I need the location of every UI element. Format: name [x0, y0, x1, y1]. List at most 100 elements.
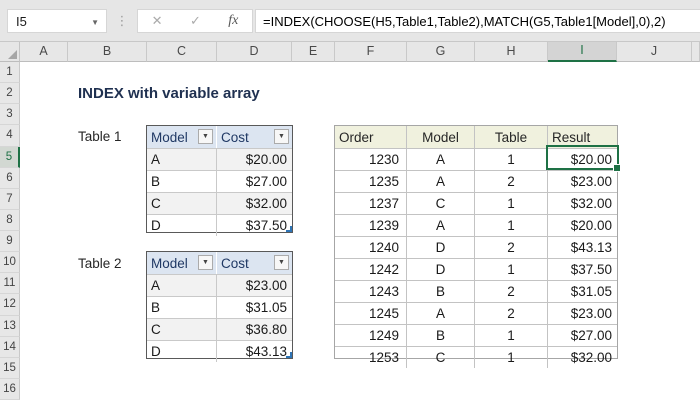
cell-h14[interactable]: 1 — [475, 347, 548, 368]
cell-c14[interactable]: D — [147, 341, 217, 362]
cell-f14[interactable]: 1253 — [335, 347, 407, 368]
cell-f9[interactable]: 1240 — [335, 237, 407, 258]
row-header-10[interactable]: 10 — [0, 252, 20, 273]
cell-i6[interactable]: $23.00 — [548, 171, 617, 192]
cell-f12[interactable]: 1245 — [335, 303, 407, 324]
name-box[interactable]: I5 ▼ — [7, 9, 107, 33]
row-header-1[interactable]: 1 — [0, 62, 20, 83]
row-header-3[interactable]: 3 — [0, 104, 20, 125]
fill-handle[interactable] — [613, 164, 621, 172]
cell-d14[interactable]: $43.13 — [217, 341, 292, 362]
cell-i5-active[interactable]: $20.00 — [548, 149, 617, 170]
column-header-i-selected[interactable]: I — [548, 42, 617, 62]
column-header-partial[interactable] — [692, 42, 700, 62]
cell-c11[interactable]: A — [147, 275, 217, 296]
name-box-dropdown-icon[interactable]: ▼ — [91, 18, 99, 27]
cell-h11[interactable]: 2 — [475, 281, 548, 302]
filter-dropdown-icon[interactable]: ▼ — [198, 255, 213, 270]
worksheet-title[interactable]: INDEX with variable array — [78, 85, 260, 102]
cell-i9[interactable]: $43.13 — [548, 237, 617, 258]
enter-icon[interactable]: ✓ — [190, 13, 201, 29]
row-header-5-selected[interactable]: 5 — [0, 147, 20, 168]
cell-g7[interactable]: C — [407, 193, 475, 214]
column-header-a[interactable]: A — [20, 42, 68, 62]
cell-g5[interactable]: A — [407, 149, 475, 170]
cell-c6[interactable]: B — [147, 171, 217, 192]
row-header-2[interactable]: 2 — [0, 83, 20, 104]
row-header-6[interactable]: 6 — [0, 168, 20, 189]
column-header-b[interactable]: B — [68, 42, 147, 62]
cell-g12[interactable]: A — [407, 303, 475, 324]
table1-label[interactable]: Table 1 — [78, 129, 122, 144]
cell-h9[interactable]: 2 — [475, 237, 548, 258]
cell-f7[interactable]: 1237 — [335, 193, 407, 214]
cell-f5[interactable]: 1230 — [335, 149, 407, 170]
cell-h6[interactable]: 2 — [475, 171, 548, 192]
cell-i8[interactable]: $20.00 — [548, 215, 617, 236]
row-header-7[interactable]: 7 — [0, 189, 20, 210]
cell-h8[interactable]: 1 — [475, 215, 548, 236]
cell-f11[interactable]: 1243 — [335, 281, 407, 302]
cell-i11[interactable]: $31.05 — [548, 281, 617, 302]
orders-header-result[interactable]: Result — [548, 126, 617, 148]
cell-f13[interactable]: 1249 — [335, 325, 407, 346]
cell-c5[interactable]: A — [147, 149, 217, 170]
cell-d7[interactable]: $32.00 — [217, 193, 292, 214]
table2-resize-handle[interactable] — [286, 352, 292, 358]
cell-g10[interactable]: D — [407, 259, 475, 280]
more-options-icon[interactable]: ⋮ — [116, 9, 128, 33]
table1-header-model[interactable]: Model ▼ — [147, 126, 217, 148]
cell-g11[interactable]: B — [407, 281, 475, 302]
cell-c13[interactable]: C — [147, 319, 217, 340]
column-header-h[interactable]: H — [475, 42, 548, 62]
row-header-16[interactable]: 16 — [0, 379, 20, 400]
cell-f8[interactable]: 1239 — [335, 215, 407, 236]
select-all-button[interactable] — [0, 42, 20, 62]
table2-label[interactable]: Table 2 — [78, 256, 122, 271]
column-header-f[interactable]: F — [335, 42, 407, 62]
cell-i14[interactable]: $32.00 — [548, 347, 617, 368]
cell-i10[interactable]: $37.50 — [548, 259, 617, 280]
formula-input[interactable]: =INDEX(CHOOSE(H5,Table1,Table2),MATCH(G5… — [255, 9, 700, 33]
cell-h10[interactable]: 1 — [475, 259, 548, 280]
cell-h13[interactable]: 1 — [475, 325, 548, 346]
column-header-c[interactable]: C — [147, 42, 217, 62]
cell-c8[interactable]: D — [147, 215, 217, 236]
row-header-12[interactable]: 12 — [0, 294, 20, 315]
row-header-8[interactable]: 8 — [0, 210, 20, 231]
cell-h5[interactable]: 1 — [475, 149, 548, 170]
cell-g14[interactable]: C — [407, 347, 475, 368]
cell-i12[interactable]: $23.00 — [548, 303, 617, 324]
row-header-9[interactable]: 9 — [0, 231, 20, 252]
cell-h12[interactable]: 2 — [475, 303, 548, 324]
cell-g6[interactable]: A — [407, 171, 475, 192]
cell-c12[interactable]: B — [147, 297, 217, 318]
filter-dropdown-icon[interactable]: ▼ — [274, 129, 289, 144]
filter-dropdown-icon[interactable]: ▼ — [274, 255, 289, 270]
cancel-icon[interactable]: ✕ — [152, 13, 163, 29]
row-header-13[interactable]: 13 — [0, 316, 20, 337]
column-header-j[interactable]: J — [617, 42, 692, 62]
cell-g9[interactable]: D — [407, 237, 475, 258]
table2-header-model[interactable]: Model ▼ — [147, 252, 217, 274]
row-header-14[interactable]: 14 — [0, 337, 20, 358]
cell-h7[interactable]: 1 — [475, 193, 548, 214]
cell-d11[interactable]: $23.00 — [217, 275, 292, 296]
cell-f10[interactable]: 1242 — [335, 259, 407, 280]
cell-c7[interactable]: C — [147, 193, 217, 214]
column-header-e[interactable]: E — [292, 42, 335, 62]
column-header-g[interactable]: G — [407, 42, 475, 62]
orders-header-order[interactable]: Order — [335, 126, 407, 148]
cell-d13[interactable]: $36.80 — [217, 319, 292, 340]
orders-header-model[interactable]: Model — [407, 126, 475, 148]
cell-i13[interactable]: $27.00 — [548, 325, 617, 346]
cell-i7[interactable]: $32.00 — [548, 193, 617, 214]
table1-resize-handle[interactable] — [286, 226, 292, 232]
cell-g8[interactable]: A — [407, 215, 475, 236]
table1-header-cost[interactable]: Cost ▼ — [217, 126, 292, 148]
row-header-4[interactable]: 4 — [0, 125, 20, 146]
row-header-15[interactable]: 15 — [0, 358, 20, 379]
cell-d6[interactable]: $27.00 — [217, 171, 292, 192]
cell-g13[interactable]: B — [407, 325, 475, 346]
column-header-d[interactable]: D — [217, 42, 292, 62]
